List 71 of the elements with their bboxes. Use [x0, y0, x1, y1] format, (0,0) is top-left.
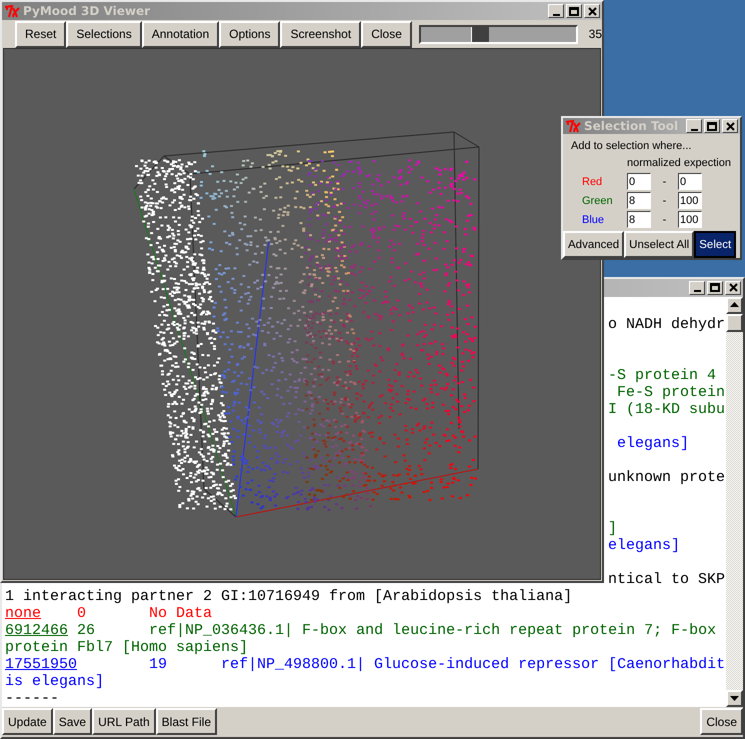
- close-icon: [726, 122, 734, 130]
- scroll-down-button[interactable]: [726, 690, 743, 708]
- down-triangle-icon: [730, 696, 739, 702]
- toolbar-button[interactable]: Screenshot: [280, 20, 362, 48]
- minimize-icon: [694, 290, 700, 292]
- toolbar-button[interactable]: Update: [2, 708, 53, 736]
- result-link[interactable]: none: [5, 604, 42, 622]
- toolbar-button[interactable]: Save: [52, 708, 92, 736]
- close-icon: [728, 283, 738, 292]
- window-title: PyMood 3D Viewer: [23, 4, 150, 18]
- result-link[interactable]: 6912466: [5, 622, 68, 639]
- result-text: 26: [77, 622, 96, 639]
- range-separator: -: [662, 214, 668, 226]
- result-text: No Data: [149, 604, 212, 622]
- result-text: 1 interacting partner 2 GI:10716949 from [Arabidopsis thaliana]: [5, 588, 572, 605]
- close-icon: [588, 6, 596, 16]
- action-button[interactable]: Select: [694, 231, 736, 258]
- channel-label: Blue: [581, 214, 606, 226]
- toolbar-button[interactable]: Blast File: [156, 708, 218, 736]
- scroll-thumb[interactable]: [726, 314, 743, 332]
- range-from-field[interactable]: 8: [627, 211, 651, 228]
- range-separator: -: [662, 194, 668, 206]
- result-text: 19: [149, 656, 168, 673]
- action-button[interactable]: Advanced: [563, 231, 624, 258]
- result-text: ]: [608, 520, 618, 537]
- result-text: elegans]: [608, 536, 680, 554]
- column-header: normalized expection: [626, 156, 732, 171]
- channel-label: Green: [581, 194, 614, 206]
- slider-thumb[interactable]: [471, 26, 490, 42]
- result-text: -S protein 4: [608, 366, 716, 384]
- feather-logo-icon: [565, 120, 581, 132]
- result-text: protein Fbl7 [Homo sapiens]: [5, 638, 248, 656]
- range-to-field[interactable]: 0: [678, 173, 702, 190]
- result-text: o NADH dehydr: [608, 316, 726, 333]
- toolbar-button[interactable]: Reset: [15, 20, 66, 48]
- prompt-text: Add to selection where...: [570, 139, 692, 154]
- range-to-field[interactable]: 100: [678, 192, 702, 209]
- action-button[interactable]: Unselect All: [624, 231, 694, 258]
- toolbar-button[interactable]: Close: [361, 20, 412, 48]
- toolbar-button[interactable]: Annotation: [142, 20, 220, 48]
- slider-value: 35: [588, 27, 602, 41]
- scrollbar[interactable]: [726, 296, 743, 708]
- close-button[interactable]: Close: [700, 708, 743, 736]
- maximize-icon: [569, 6, 579, 16]
- result-text: Fe-S protein: [616, 384, 726, 401]
- result-text: ref|NP_498800.1| Glucose-induced repressor [Caenorhabdit: [221, 656, 726, 673]
- result-text: I (18-KD subu: [608, 400, 726, 418]
- maximize-icon: [710, 283, 720, 292]
- result-text: 0: [77, 604, 86, 622]
- scroll-up-button[interactable]: [726, 296, 743, 314]
- result-text: elegans]: [616, 434, 690, 452]
- result-link[interactable]: 17551950: [5, 656, 78, 673]
- result-text: unknown prote: [608, 468, 726, 486]
- range-from-field[interactable]: 8: [627, 192, 651, 209]
- toolbar-button[interactable]: Options: [219, 20, 280, 48]
- toolbar-button[interactable]: Selections: [66, 20, 142, 48]
- maximize-icon: [707, 122, 717, 130]
- range-to-field[interactable]: 100: [678, 211, 702, 228]
- range-from-field[interactable]: 0: [627, 173, 651, 190]
- toolbar-button[interactable]: URL Path: [92, 708, 156, 736]
- channel-label: Red: [581, 176, 604, 188]
- minimize-icon: [690, 128, 698, 130]
- feather-logo-icon: [4, 4, 20, 18]
- result-text: ntical to SKP: [608, 570, 726, 588]
- zoom-slider[interactable]: [418, 24, 578, 44]
- minimize-icon: [552, 14, 560, 16]
- result-text: ------: [5, 690, 60, 707]
- result-text: ref|NP_036436.1| F-box and leucine-rich repeat protein 7; F-box: [149, 622, 716, 639]
- result-text: is elegans]: [5, 672, 104, 690]
- up-triangle-icon: [730, 302, 739, 308]
- range-separator: -: [662, 176, 668, 188]
